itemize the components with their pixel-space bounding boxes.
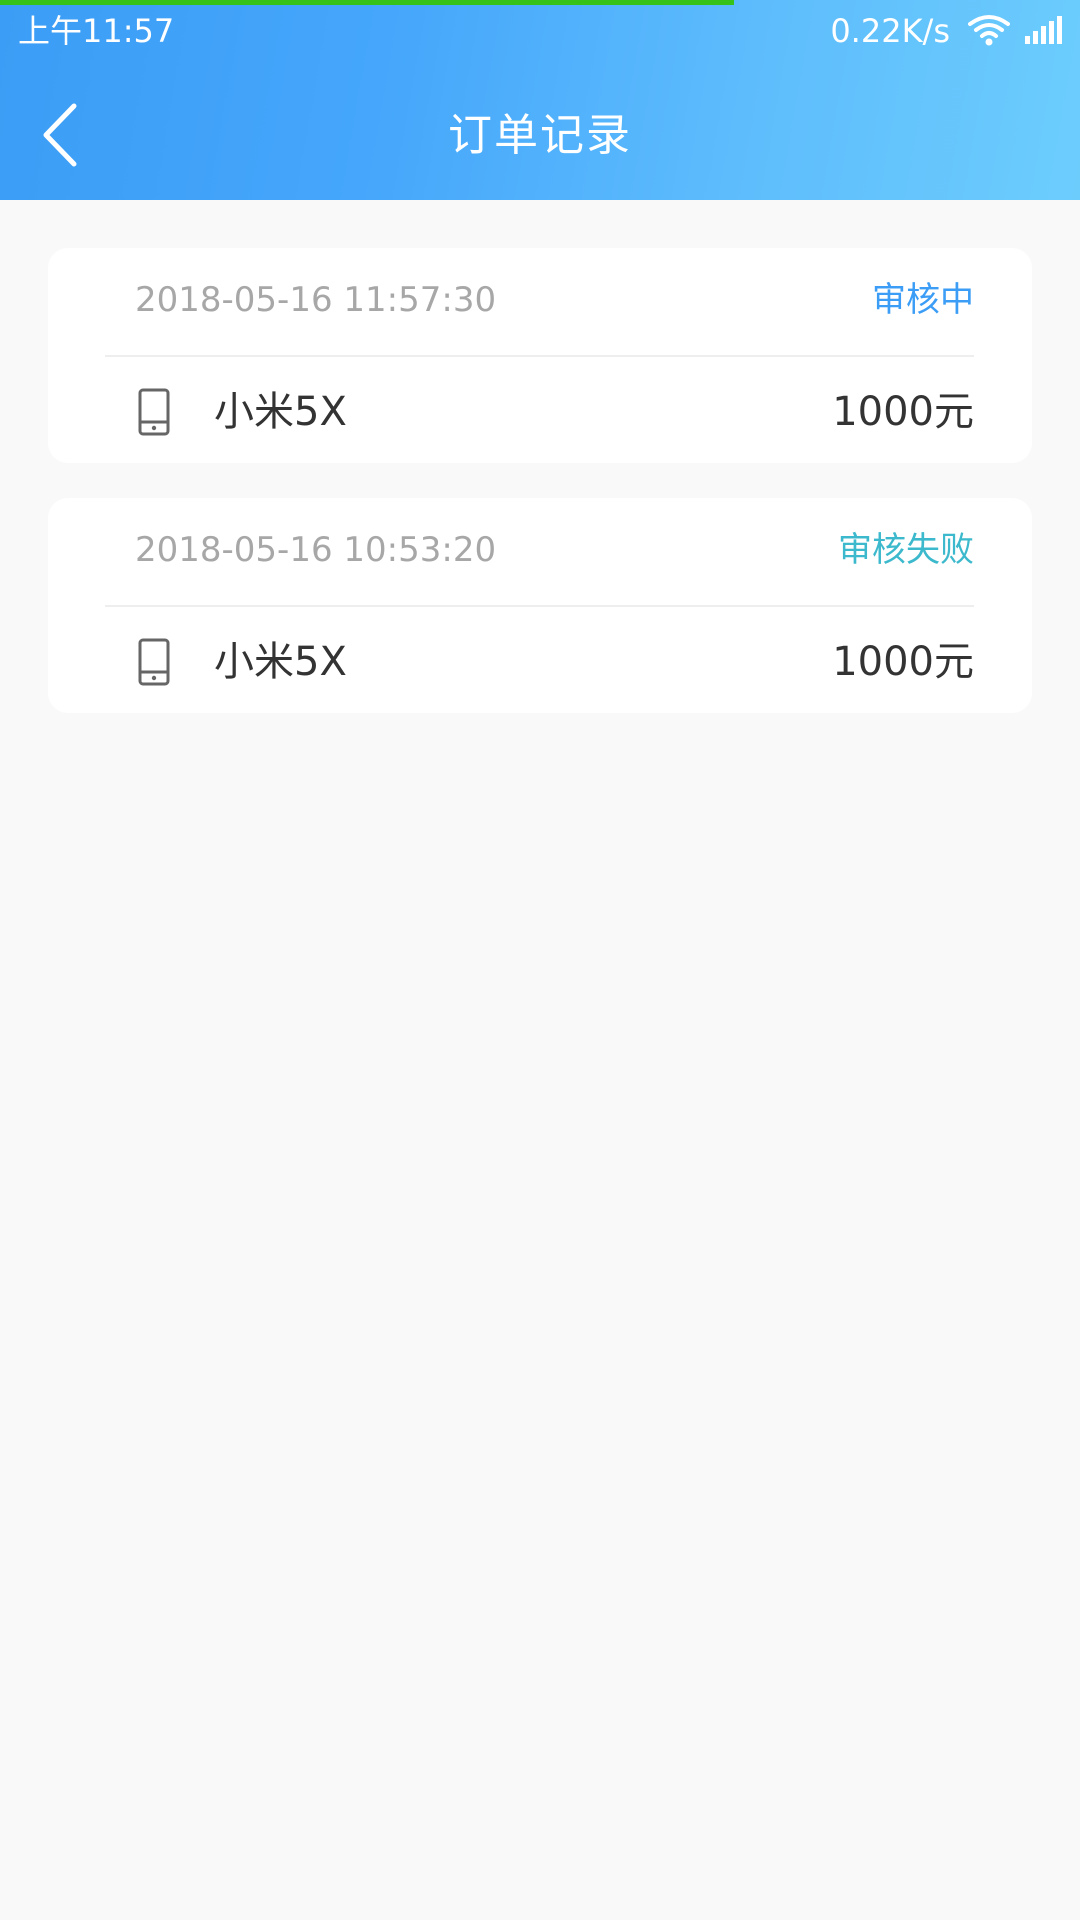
network-speed: 0.22K/s <box>830 12 950 50</box>
page-load-progress <box>0 0 734 5</box>
phone-icon <box>138 638 170 686</box>
product-name: 小米5X <box>214 639 347 685</box>
status-time: 上午11:57 <box>18 12 175 50</box>
status-bar: 上午11:57 0.22K/s <box>0 0 1080 62</box>
order-list: 2018-05-16 11:57:30 审核中 小米5X 1000元 2018-… <box>48 248 1032 748</box>
app-header: 上午11:57 0.22K/s 订单记录 <box>0 0 1080 200</box>
order-card[interactable]: 2018-05-16 11:57:30 审核中 小米5X 1000元 <box>48 248 1032 463</box>
order-datetime: 2018-05-16 11:57:30 <box>135 280 497 320</box>
divider <box>105 605 974 607</box>
order-status: 审核失败 <box>838 530 974 570</box>
order-card[interactable]: 2018-05-16 10:53:20 审核失败 小米5X 1000元 <box>48 498 1032 713</box>
order-status: 审核中 <box>872 280 974 320</box>
wifi-icon <box>968 15 1010 46</box>
order-price: 1000元 <box>832 639 974 685</box>
product-name: 小米5X <box>214 389 347 435</box>
order-datetime: 2018-05-16 10:53:20 <box>135 530 497 570</box>
signal-icon <box>1025 16 1062 44</box>
order-price: 1000元 <box>832 389 974 435</box>
phone-icon <box>138 388 170 436</box>
page-title: 订单记录 <box>448 110 632 161</box>
divider <box>105 355 974 357</box>
